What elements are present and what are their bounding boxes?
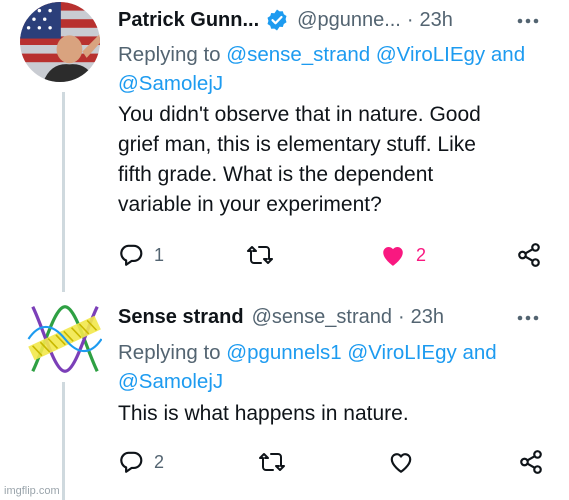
reply-count: 2 <box>154 451 165 472</box>
avatar[interactable] <box>20 2 100 82</box>
like-count: 2 <box>416 244 427 265</box>
reply-button[interactable]: 1 <box>118 240 164 270</box>
mention-link[interactable]: @SamolejJ <box>118 370 223 393</box>
share-button[interactable] <box>516 240 542 270</box>
thread-line-top <box>62 92 65 292</box>
tweet-header: Sense strand @sense_strand · 23h <box>118 302 444 332</box>
replying-to-label: Replying to <box>118 43 221 66</box>
reply-icon <box>118 242 144 268</box>
mention-link[interactable]: @pgunnels1 <box>226 341 341 364</box>
and-text: and <box>462 341 497 364</box>
heart-icon <box>388 450 414 474</box>
like-button[interactable]: 2 <box>380 240 426 270</box>
tweet-text-line: grief man, this is elementary stuff. Lik… <box>118 133 476 156</box>
replying-to: Replying to @sense_strand @ViroLIEgy and… <box>118 40 538 98</box>
tweet-text: You didn't observe that in nature. Good … <box>118 100 538 220</box>
mention-link[interactable]: @ViroLIEgy <box>376 43 485 66</box>
handle[interactable]: @sense_strand <box>252 306 392 329</box>
display-name[interactable]: Patrick Gunn... <box>118 9 259 32</box>
timestamp[interactable]: 23h <box>411 306 444 329</box>
mention-link[interactable]: @ViroLIEgy <box>347 341 456 364</box>
more-icon[interactable] <box>513 6 543 36</box>
retweet-button[interactable] <box>258 447 286 477</box>
tweet-text: This is what happens in nature. <box>118 399 538 429</box>
thread-line-bottom <box>62 382 65 500</box>
display-name[interactable]: Sense strand <box>118 306 244 329</box>
mention-link[interactable]: @sense_strand <box>226 43 370 66</box>
reply-count: 1 <box>154 244 165 265</box>
separator-dot: · <box>406 8 414 31</box>
replying-to: Replying to @pgunnels1 @ViroLIEgy and @S… <box>118 338 538 396</box>
tweet-actions: 1 2 <box>118 240 548 270</box>
replying-to-label: Replying to <box>118 341 221 364</box>
tweet-header: Patrick Gunn... @pgunne... · 23h <box>118 5 453 35</box>
tweet-text-line: fifth grade. What is the dependent <box>118 163 434 186</box>
verified-badge-icon <box>265 8 289 32</box>
tweet-text-line: This is what happens in nature. <box>118 402 409 425</box>
share-button[interactable] <box>518 447 544 477</box>
share-icon <box>518 449 544 475</box>
handle[interactable]: @pgunne... <box>297 9 401 32</box>
timestamp[interactable]: 23h <box>420 9 453 32</box>
like-button[interactable] <box>388 447 424 477</box>
tweet-text-line: You didn't observe that in nature. Good <box>118 103 481 126</box>
retweet-icon <box>258 449 286 475</box>
watermark: imgflip.com <box>4 485 60 497</box>
reply-button[interactable]: 2 <box>118 447 164 477</box>
mention-link[interactable]: @SamolejJ <box>118 72 223 95</box>
heart-icon <box>380 243 406 267</box>
separator-dot: · <box>398 305 405 328</box>
share-icon <box>516 242 542 268</box>
tweet-text-line: variable in your experiment? <box>118 193 382 216</box>
and-text: and <box>490 43 526 66</box>
tweet-actions: 2 <box>118 447 548 477</box>
retweet-button[interactable] <box>246 240 274 270</box>
more-icon[interactable] <box>513 303 543 333</box>
avatar[interactable] <box>22 296 102 376</box>
reply-icon <box>118 449 144 475</box>
retweet-icon <box>246 242 274 268</box>
